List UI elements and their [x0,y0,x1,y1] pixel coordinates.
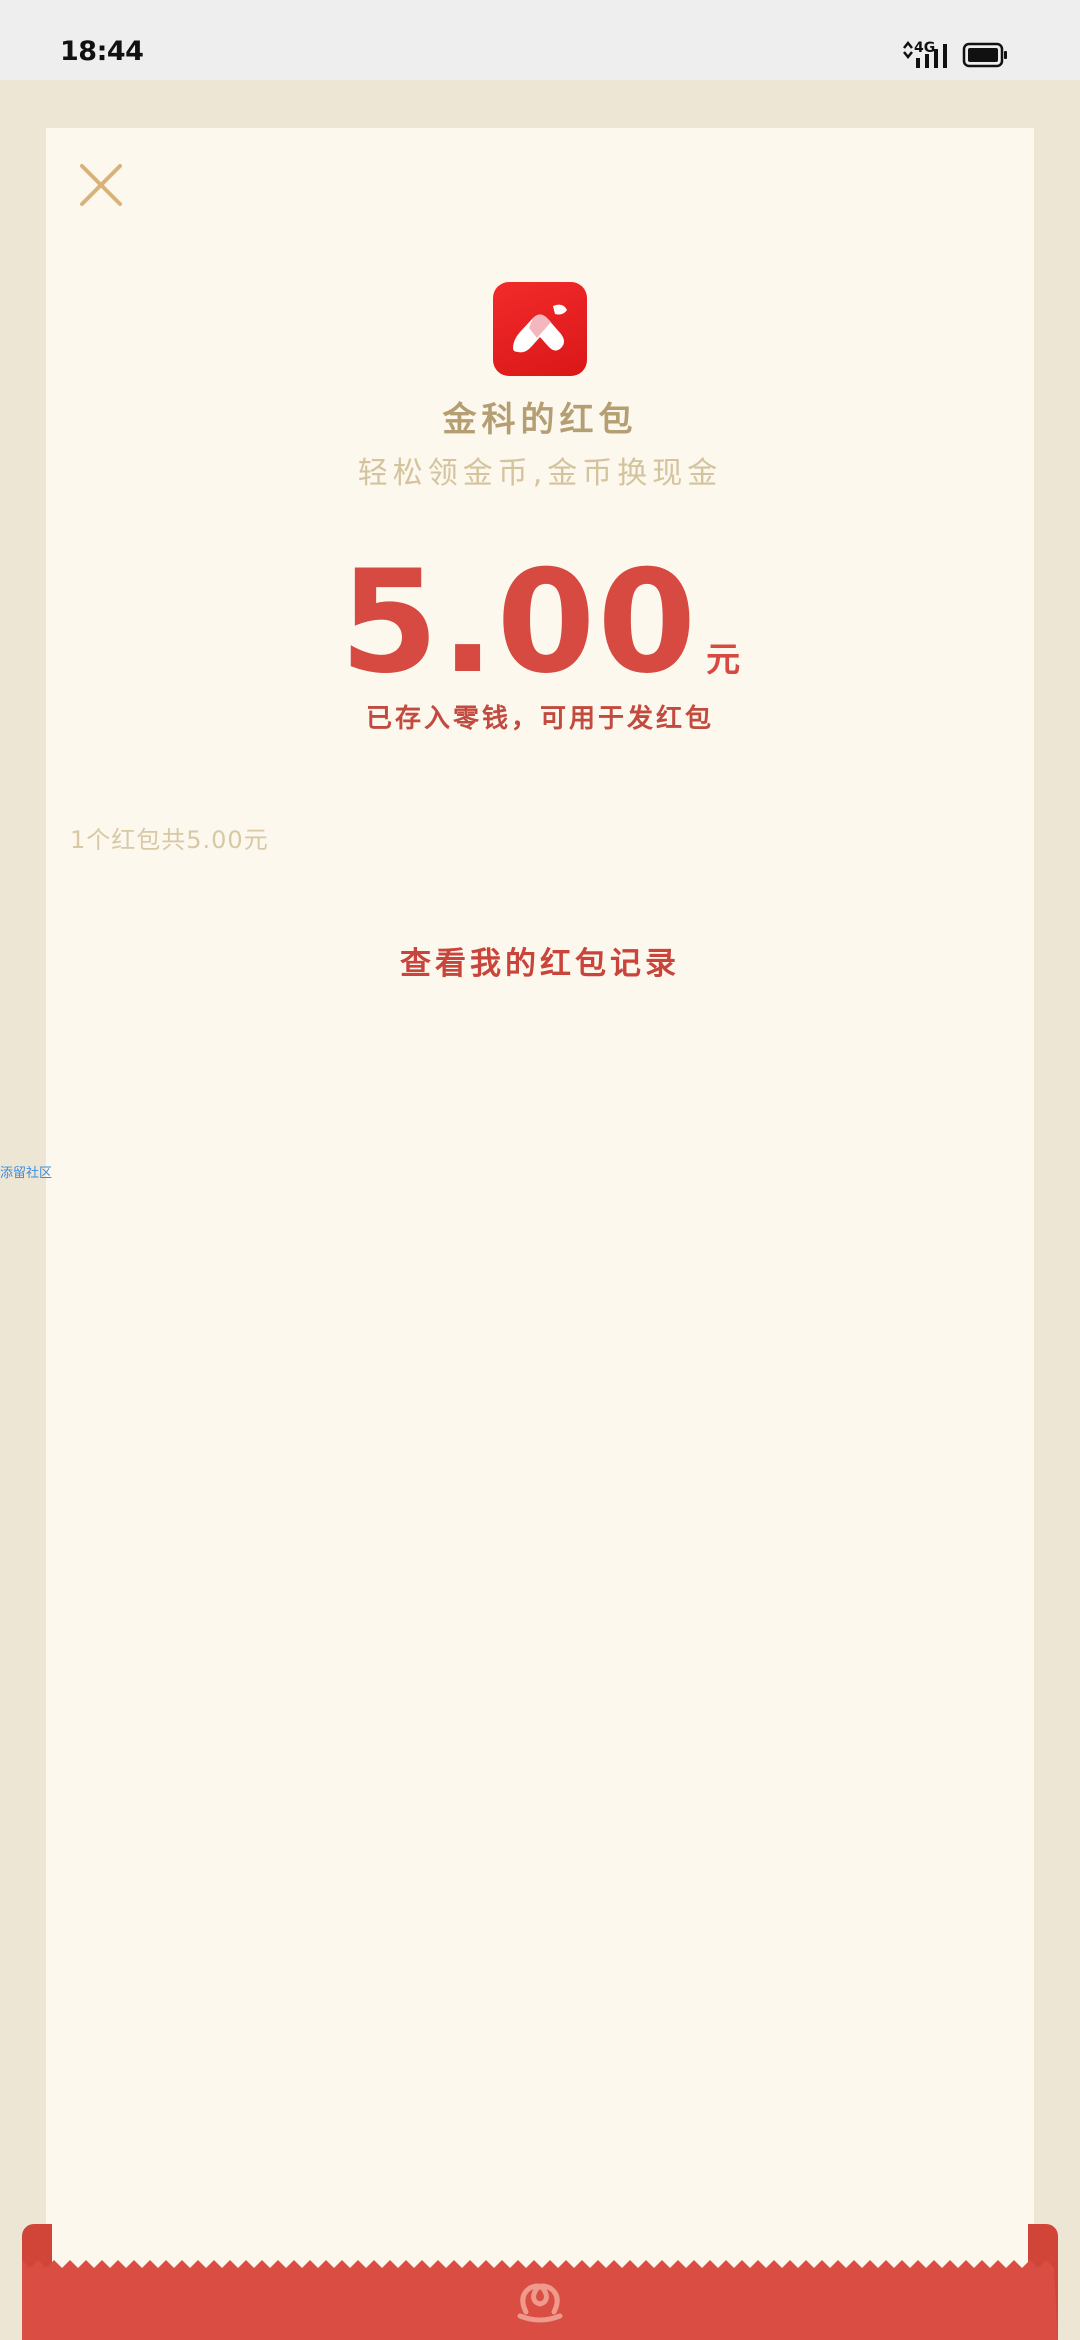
network-label: 4G [914,40,935,56]
close-button[interactable] [76,160,126,210]
app-logo-icon [493,282,587,376]
amount-unit: 元 [706,640,741,680]
status-icons: 4G [902,36,1022,76]
status-bar: 18:44 4G [0,0,1080,80]
status-time: 18:44 [60,36,144,67]
envelope-flap [22,2260,1058,2340]
view-history-link[interactable]: 查看我的红包记录 [0,938,1080,983]
saved-note: 已存入零钱，可用于发红包 [365,704,714,734]
close-icon [80,164,122,206]
battery-icon [962,42,1007,68]
amount-value: 5.00 [339,540,699,705]
sender-name: 金科的红包 [442,400,638,440]
envelope-summary: 1个红包共5.00元 [70,826,269,854]
signal-icon: 4G [903,40,1007,68]
watermark: 添留社区 [0,1166,53,1181]
amount-row: 5.00 元 [0,540,1080,705]
slogan: 轻松领金币,金币换现金 [357,456,723,491]
